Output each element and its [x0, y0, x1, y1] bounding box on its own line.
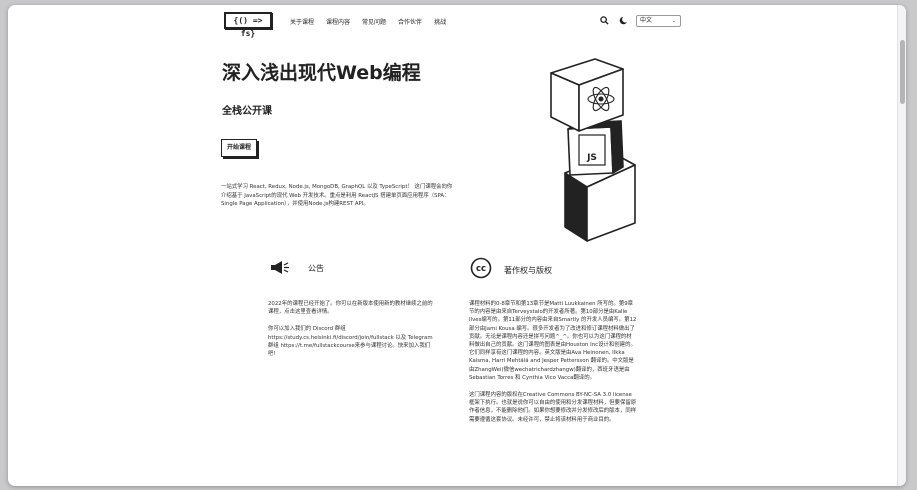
copyright-body: 课程材料的0-8章节和第13章节是Matti Luukkainen 所写的。第9…: [469, 300, 637, 433]
search-icon[interactable]: [599, 15, 609, 25]
hero-illustration: JS: [543, 55, 643, 245]
nav-item-challenge[interactable]: 挑战: [434, 17, 446, 26]
main-nav: 关于课程 课程内容 常见问题 合作伙伴 挑战: [290, 17, 446, 26]
site-header: {() => fs} 关于课程 课程内容 常见问题 合作伙伴 挑战 中文 ⌄: [8, 5, 898, 38]
copyright-paragraph: 课程材料的0-8章节和第13章节是Matti Luukkainen 所写的。第9…: [469, 301, 637, 381]
announcement-paragraph: 2022年的课程已经开始了。你可以在新版本使用新的教材继续之前的课程，点击这里查…: [268, 301, 433, 316]
page-title: 深入浅出现代Web编程: [222, 62, 421, 84]
announcement-paragraph: 你可以加入我们的 Discord 群组 https://study.cs.hel…: [268, 326, 433, 358]
moon-icon[interactable]: [618, 15, 628, 25]
copyright-title: 著作权与版权: [504, 265, 552, 275]
start-course-button[interactable]: 开始课程: [221, 139, 257, 157]
language-select[interactable]: 中文 ⌄: [636, 15, 681, 27]
page-subtitle: 全栈公开课: [222, 106, 272, 117]
creative-commons-icon: cc: [470, 257, 492, 283]
nav-item-partners[interactable]: 合作伙伴: [398, 17, 422, 26]
js-label: JS: [586, 153, 597, 163]
announcement-header: 公告: [270, 259, 324, 278]
megaphone-icon: [270, 259, 290, 278]
nav-item-about[interactable]: 关于课程: [290, 17, 314, 26]
language-select-value: 中文: [640, 17, 653, 24]
nav-item-content[interactable]: 课程内容: [326, 17, 350, 26]
scrollbar-thumb[interactable]: [900, 40, 905, 104]
announcement-title: 公告: [308, 264, 324, 273]
copyright-header: cc 著作权与版权: [470, 257, 552, 283]
hero-description: 一站式学习 React, Redux, Node.js, MongoDB, Gr…: [221, 184, 453, 208]
svg-text:cc: cc: [476, 264, 486, 274]
scrollbar[interactable]: [897, 5, 906, 486]
browser-window: {() => fs} 关于课程 课程内容 常见问题 合作伙伴 挑战 中文 ⌄ 深…: [8, 5, 906, 486]
announcement-body: 2022年的课程已经开始了。你可以在新版本使用新的教材继续之前的课程，点击这里查…: [268, 300, 436, 367]
chevron-down-icon: ⌄: [671, 18, 676, 24]
copyright-paragraph: 这门课程内容的版权在Creative Commons BY-NC-SA 3.0 …: [469, 392, 637, 423]
nav-item-faq[interactable]: 常见问题: [362, 17, 386, 26]
site-logo[interactable]: {() => fs}: [224, 12, 272, 38]
